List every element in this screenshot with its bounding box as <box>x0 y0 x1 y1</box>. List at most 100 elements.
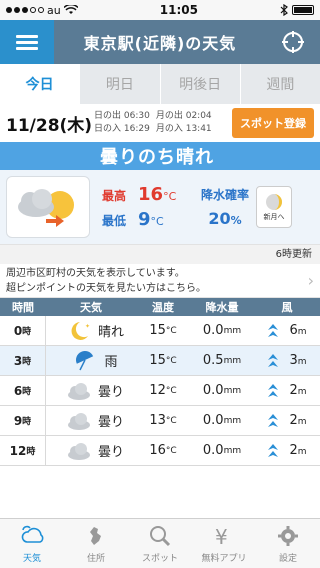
tabbar-address[interactable]: 住所 <box>64 519 128 568</box>
wind-direction-icon <box>268 443 279 457</box>
weather-icon <box>21 525 44 543</box>
row-temp: 12 <box>149 383 166 398</box>
table-row: 9時 曇り 13 °C 0.0 mm 2m <box>0 406 320 436</box>
weather-summary-title: 曇りのち晴れ <box>0 142 320 170</box>
bluetooth-icon <box>280 4 288 16</box>
tabbar-weather[interactable]: 天気 <box>0 519 64 568</box>
sunset-label: 日の入 <box>94 124 122 134</box>
battery-icon <box>291 5 314 15</box>
status-left: au <box>6 4 78 17</box>
row-wind: 2 <box>289 383 298 398</box>
tab-day-after[interactable]: 明後日 <box>161 64 241 104</box>
row-weather: 晴れ <box>97 325 124 340</box>
crosshair-icon <box>282 31 304 53</box>
precip-value: 20 <box>208 209 231 228</box>
low-value: 9 <box>138 209 151 230</box>
row-weather: 曇り <box>97 445 124 460</box>
row-hour: 12 <box>9 443 27 458</box>
svg-text:¥: ¥ <box>215 525 228 548</box>
wind-direction-icon <box>268 353 279 367</box>
row-wind-unit: m <box>297 327 307 337</box>
hamburger-icon <box>16 32 38 53</box>
moon-phase-label: 新月へ <box>263 213 285 221</box>
day-tabs: 今日 明日 明後日 週間 <box>0 64 320 104</box>
tabbar-address-label: 住所 <box>86 553 105 564</box>
header-weather: 天気 <box>80 301 102 314</box>
high-unit: °C <box>163 190 177 203</box>
row-hour-unit: 時 <box>22 417 32 427</box>
header-temp: 温度 <box>152 301 174 314</box>
row-temp-unit: °C <box>165 385 177 396</box>
date-label: 11/28(木) <box>6 115 93 136</box>
row-temp: 13 <box>149 413 166 428</box>
moonset-label: 月の入 <box>155 124 183 134</box>
row-hour: 3 <box>13 353 23 368</box>
moon-phase-button[interactable]: 新月へ <box>256 186 292 228</box>
umbrella-icon <box>76 350 94 370</box>
status-bar: au 11:05 <box>0 0 320 20</box>
header-wind: 風 <box>281 301 293 314</box>
date-row: 11/28(木) 日の出 06:30 月の出 02:04 日の入 16:29 月… <box>0 104 320 142</box>
locate-button[interactable] <box>266 20 320 64</box>
row-temp-unit: °C <box>165 325 177 336</box>
menu-button[interactable] <box>0 20 54 64</box>
pinpoint-notice[interactable]: 周辺市区町村の天気を表示しています。 超ピンポイントの天気を見たい方はこちら。 … <box>0 264 320 298</box>
header-rain: 降水量 <box>205 301 239 314</box>
moonrise-time: 02:04 <box>185 111 212 121</box>
cloud-icon <box>67 412 90 430</box>
tabbar-spot[interactable]: スポット <box>128 519 192 568</box>
row-wind: 6 <box>289 323 298 338</box>
app-header: 東京駅(近隣)の天気 <box>0 20 320 64</box>
row-hour-unit: 時 <box>26 447 36 457</box>
table-row: 6時 曇り 12 °C 0.0 mm 2m <box>0 376 320 406</box>
tab-tomorrow[interactable]: 明日 <box>80 64 161 104</box>
row-wind: 2 <box>289 443 298 458</box>
tab-today[interactable]: 今日 <box>0 64 81 104</box>
row-rain: 0.5 <box>202 353 224 368</box>
notice-line-2: 超ピンポイントの天気を見たい方はこちら。 <box>6 282 206 294</box>
map-icon <box>90 526 101 545</box>
tabbar-weather-label: 天気 <box>22 553 41 564</box>
row-temp: 15 <box>149 353 166 368</box>
row-rain-unit: mm <box>223 415 242 426</box>
cloud-icon <box>67 382 90 400</box>
page-title: 東京駅(近隣)の天気 <box>83 34 237 53</box>
tab-weekly[interactable]: 週間 <box>241 64 320 104</box>
tabbar-settings[interactable]: 設定 <box>256 519 320 568</box>
notice-line-1: 周辺市区町村の天気を表示しています。 <box>6 267 185 279</box>
tabbar-free-apps[interactable]: ¥ 無料アプリ <box>192 519 256 568</box>
moon-phase-icon <box>266 194 282 210</box>
moonset-time: 13:41 <box>185 124 212 134</box>
header-time: 時間 <box>12 301 34 314</box>
wind-direction-icon <box>268 383 279 397</box>
sunset-time: 16:29 <box>123 124 150 134</box>
tabbar-settings-label: 設定 <box>278 553 297 564</box>
wifi-icon <box>63 5 78 14</box>
wind-direction-icon <box>268 323 279 337</box>
table-row: 0時 ✦ 晴れ 15 °C 0.0 mm 6m <box>0 316 320 346</box>
high-value: 16 <box>138 184 164 205</box>
wind-direction-icon <box>268 413 279 427</box>
spot-register-button[interactable]: スポット登録 <box>232 108 314 138</box>
row-rain: 0.0 <box>202 383 224 398</box>
row-rain-unit: mm <box>223 355 242 366</box>
hourly-table-header: 時間 天気 温度 降水量 風 <box>0 298 320 316</box>
precip-label: 降水確率 <box>200 188 249 202</box>
yen-icon: ¥ <box>215 525 228 548</box>
row-weather: 曇り <box>97 415 124 430</box>
row-wind-unit: m <box>297 357 307 367</box>
row-wind-unit: m <box>297 447 307 457</box>
temperature-block: 最高 16°C 最低 9°C <box>102 180 198 234</box>
row-rain-unit: mm <box>223 445 242 456</box>
row-weather: 雨 <box>104 355 118 370</box>
row-wind: 2 <box>289 413 298 428</box>
sunrise-time: 06:30 <box>123 111 150 121</box>
row-wind: 3 <box>289 353 298 368</box>
row-hour: 0 <box>13 323 23 338</box>
signal-icon <box>6 7 44 13</box>
sunrise-label: 日の出 <box>94 111 122 121</box>
tabbar-free-apps-label: 無料アプリ <box>201 553 247 564</box>
chevron-right-icon: › <box>307 271 314 290</box>
cloudy-then-sunny-icon <box>6 176 90 238</box>
row-weather: 曇り <box>97 385 124 400</box>
